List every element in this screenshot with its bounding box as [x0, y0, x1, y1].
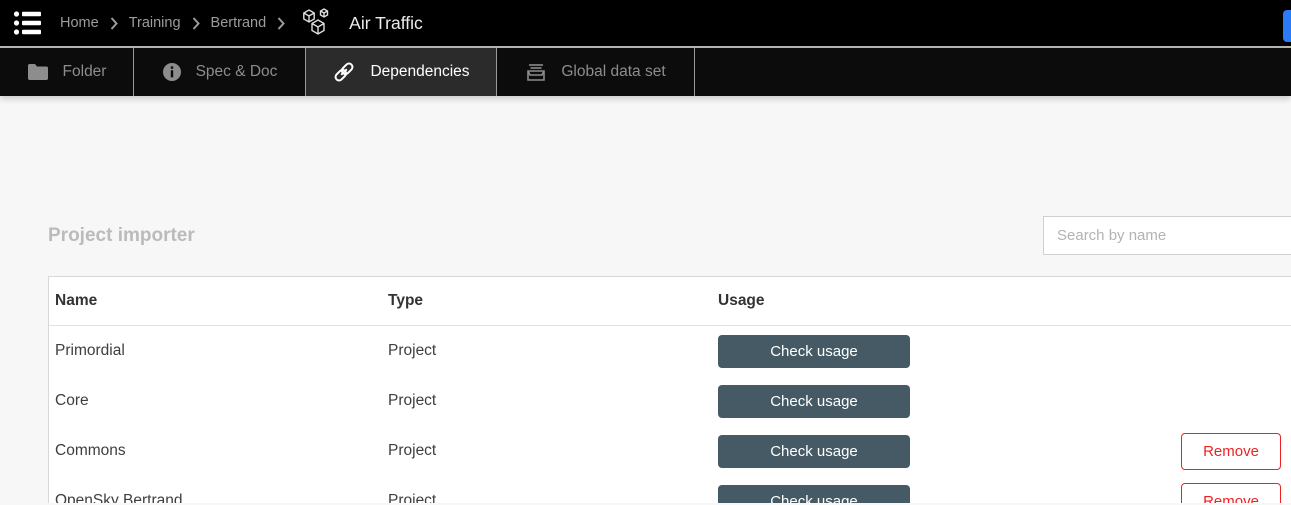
table-header: Name Type Usage — [49, 277, 1291, 326]
column-header-usage: Usage — [712, 292, 1172, 310]
project-cubes-icon — [300, 8, 332, 38]
breadcrumb-bertrand[interactable]: Bertrand — [211, 15, 267, 31]
check-usage-button[interactable]: Check usage — [718, 435, 910, 468]
dependency-type: Project — [382, 442, 712, 460]
dependency-type: Project — [382, 342, 712, 360]
section-title: Project importer — [48, 225, 195, 247]
tab-dependencies[interactable]: Dependencies — [306, 48, 497, 96]
dependency-type: Project — [382, 492, 712, 503]
dependencies-table: Name Type Usage Primordial Project Check… — [48, 276, 1291, 503]
folder-icon — [27, 63, 49, 81]
link-icon — [332, 60, 356, 84]
remove-button[interactable]: Remove — [1181, 433, 1281, 470]
remove-button[interactable]: Remove — [1181, 483, 1281, 504]
top-bar: Home Training Bertrand Air Traffic — [0, 0, 1291, 48]
tab-global-data-set[interactable]: Global data set — [497, 48, 695, 96]
dependency-name: OpenSky Bertrand — [49, 492, 382, 503]
dependency-type: Project — [382, 392, 712, 410]
dependency-name: Primordial — [49, 342, 382, 360]
main-content: Project importer Name Type Usage Primord… — [0, 96, 1291, 503]
column-header-name: Name — [49, 292, 382, 310]
breadcrumb-training[interactable]: Training — [129, 15, 181, 31]
menu-list-icon[interactable] — [10, 6, 44, 40]
check-usage-button[interactable]: Check usage — [718, 385, 910, 418]
table-row: Commons Project Check usage Remove — [49, 426, 1291, 476]
dependency-name: Core — [49, 392, 382, 410]
tab-label: Spec & Doc — [196, 63, 278, 81]
table-row: Core Project Check usage — [49, 376, 1291, 426]
check-usage-button[interactable]: Check usage — [718, 485, 910, 504]
tab-label: Dependencies — [370, 63, 469, 81]
dataset-tray-icon — [525, 61, 547, 83]
cutoff-blue-button[interactable] — [1283, 10, 1291, 42]
info-icon — [162, 62, 182, 82]
chevron-right-icon — [277, 17, 285, 30]
table-row: Primordial Project Check usage — [49, 326, 1291, 376]
table-row: OpenSky Bertrand Project Check usage Rem… — [49, 476, 1291, 503]
dependency-name: Commons — [49, 442, 382, 460]
breadcrumb-home[interactable]: Home — [60, 15, 99, 31]
page-title-breadcrumb: Air Traffic — [349, 13, 423, 34]
tab-label: Folder — [63, 63, 107, 81]
column-header-type: Type — [382, 292, 712, 310]
chevron-right-icon — [110, 17, 118, 30]
check-usage-button[interactable]: Check usage — [718, 335, 910, 368]
chevron-right-icon — [192, 17, 200, 30]
breadcrumb: Home Training Bertrand Air Traffic — [60, 8, 423, 38]
tab-bar: Folder Spec & Doc Dependencies — [0, 48, 1291, 96]
tab-folder[interactable]: Folder — [0, 48, 134, 96]
tab-label: Global data set — [561, 63, 665, 81]
tab-spec-and-doc[interactable]: Spec & Doc — [134, 48, 306, 96]
search-input[interactable] — [1043, 216, 1291, 255]
